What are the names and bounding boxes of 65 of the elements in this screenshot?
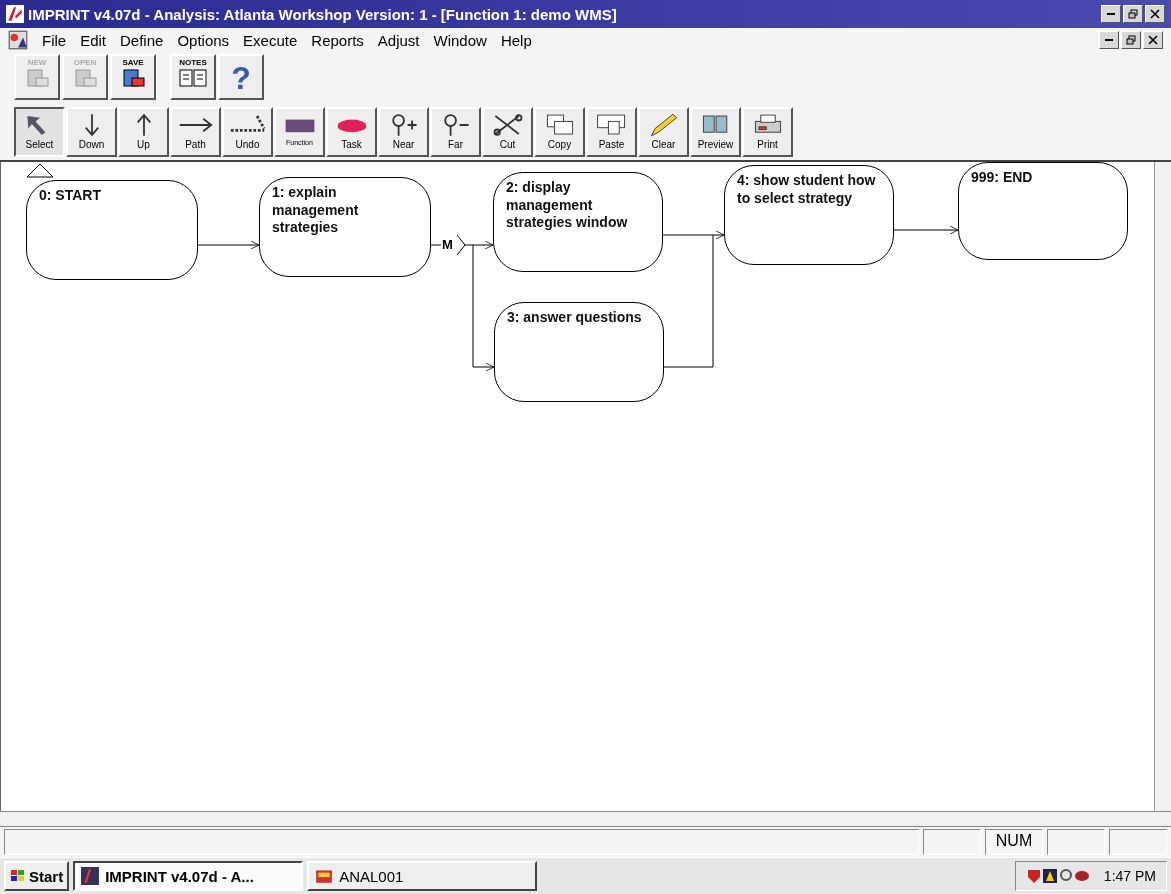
menu-item[interactable]: Edit <box>80 31 107 49</box>
taskbar-button[interactable]: ANAL001 <box>307 861 538 891</box>
function-node[interactable]: 999: END <box>958 162 1128 260</box>
taskbar-button[interactable]: IMPRINT v4.07d - A... <box>73 861 304 891</box>
tool-button[interactable]: Preview <box>690 107 741 157</box>
app-icon <box>81 867 100 885</box>
tool-button[interactable]: Near <box>378 107 429 157</box>
start-button[interactable]: Start <box>4 861 70 891</box>
close-button[interactable] <box>1145 5 1165 23</box>
close-icon <box>1150 9 1160 19</box>
tool-button[interactable]: Print <box>742 107 793 157</box>
horizontal-scrollbar[interactable] <box>0 811 1171 827</box>
clock: 1:47 PM <box>1103 868 1156 884</box>
tool-button[interactable]: Select <box>14 107 65 157</box>
close-button[interactable] <box>1143 31 1163 49</box>
tool-button[interactable]: Far <box>430 107 481 157</box>
status-panel <box>1047 829 1105 855</box>
restore-button[interactable] <box>1121 31 1141 49</box>
tool-button[interactable]: Cut <box>482 107 533 157</box>
menu-item[interactable]: Window <box>433 31 487 49</box>
toolbar-button[interactable]: NOTES <box>170 54 216 100</box>
restore-icon <box>1126 35 1136 45</box>
windows-logo-icon <box>10 868 26 884</box>
menu-item[interactable]: Adjust <box>377 31 420 49</box>
status-panel <box>923 829 981 855</box>
tool-button[interactable]: Task <box>326 107 377 157</box>
status-indicator: NUM <box>985 829 1043 855</box>
minimize-button[interactable] <box>1101 5 1121 23</box>
vertical-scrollbar[interactable] <box>1154 162 1171 811</box>
minimize-button[interactable] <box>1099 31 1119 49</box>
menu-item[interactable]: Define <box>120 31 164 49</box>
tool-button[interactable]: Undo <box>222 107 273 157</box>
minimize-icon <box>1105 39 1113 41</box>
toolbar-button[interactable]: SAVE <box>110 54 156 100</box>
tool-button[interactable]: Down <box>66 107 117 157</box>
tool-button[interactable]: Up <box>118 107 169 157</box>
menu-item[interactable]: Options <box>177 31 230 49</box>
tool-button[interactable]: Clear <box>638 107 689 157</box>
toolbar-button[interactable]: ? <box>218 54 264 100</box>
tray-icons[interactable] <box>1025 868 1090 884</box>
function-node[interactable]: 3: answer questions <box>494 302 664 402</box>
app-icon <box>6 5 24 23</box>
status-panel <box>1109 829 1167 855</box>
close-icon <box>1148 35 1158 45</box>
restore-icon <box>1128 9 1138 19</box>
function-node[interactable]: 1: explain management strategies <box>259 177 431 277</box>
book-icon <box>178 67 208 89</box>
menu-item[interactable]: File <box>42 31 67 49</box>
function-node[interactable]: 2: display management strategies window <box>493 172 663 272</box>
document-icon <box>8 30 28 50</box>
connector-line <box>430 244 442 246</box>
function-node[interactable]: 0: START <box>26 180 198 280</box>
tool-button[interactable]: Path <box>170 107 221 157</box>
restore-button[interactable] <box>1123 5 1143 23</box>
window-title: IMPRINT v4.07d - Analysis: Atlanta Workshop Version: 1 - [Function 1: demo WMS] <box>28 5 617 23</box>
window-icon <box>315 867 334 885</box>
branch-label: M <box>442 237 453 252</box>
function-node[interactable]: 4: show student how to select strategy <box>724 165 894 265</box>
menu-item[interactable]: Execute <box>243 31 298 49</box>
minimize-icon <box>1107 13 1115 15</box>
branch-symbol <box>456 234 466 256</box>
menu-item[interactable]: Help <box>500 31 532 49</box>
menu-item[interactable]: Reports <box>311 31 364 49</box>
tool-button[interactable]: Copy <box>534 107 585 157</box>
tool-button[interactable]: Paste <box>586 107 637 157</box>
